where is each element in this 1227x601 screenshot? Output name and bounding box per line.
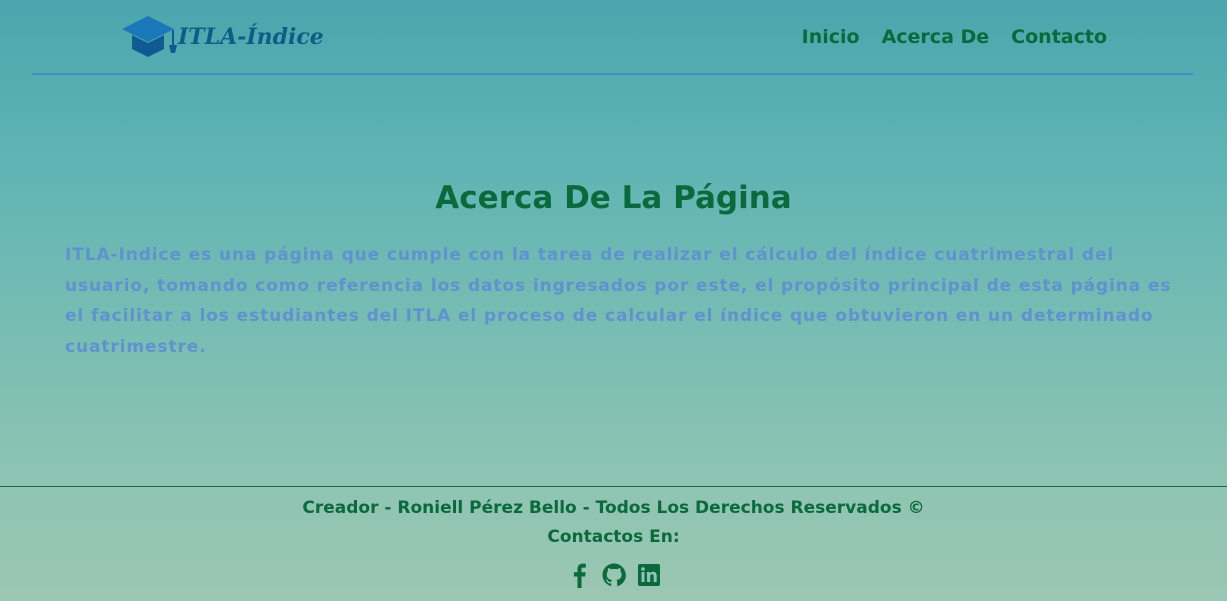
footer-divider bbox=[0, 486, 1227, 487]
footer-contacts-label: Contactos En: bbox=[547, 527, 680, 547]
logo-text: ITLA-Índice bbox=[178, 24, 324, 50]
social-links bbox=[0, 562, 1227, 588]
main-nav: Inicio Acerca De Contacto bbox=[802, 26, 1107, 48]
facebook-icon[interactable] bbox=[566, 562, 591, 588]
page-title: Acerca De La Página bbox=[435, 180, 792, 216]
page-description: ITLA-Indice es una página que cumple con… bbox=[65, 245, 1172, 357]
footer-credit: Creador - Roniell Pérez Bello - Todos Lo… bbox=[302, 498, 925, 518]
linkedin-icon[interactable] bbox=[636, 562, 661, 588]
header-divider bbox=[32, 73, 1193, 75]
github-icon[interactable] bbox=[601, 562, 626, 588]
nav-acerca-de[interactable]: Acerca De bbox=[882, 26, 990, 48]
nav-contacto[interactable]: Contacto bbox=[1011, 26, 1107, 48]
graduation-cap-icon bbox=[122, 16, 177, 57]
nav-inicio[interactable]: Inicio bbox=[802, 26, 860, 48]
site-logo[interactable]: ITLA-Índice bbox=[120, 12, 324, 62]
